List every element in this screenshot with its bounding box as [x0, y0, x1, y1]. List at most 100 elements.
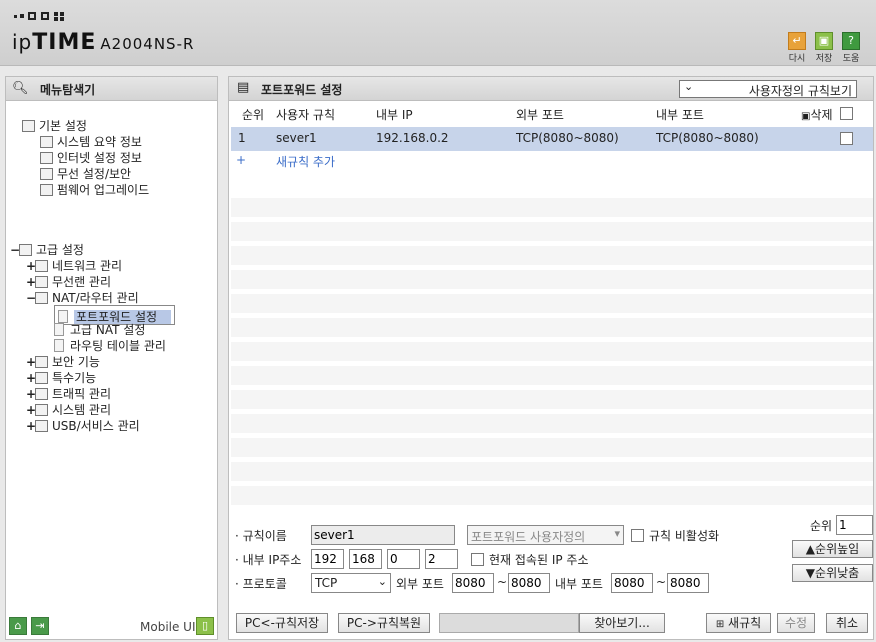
rule-name-label: · 규칙이름	[235, 529, 287, 543]
tree-label: 고급 NAT 설정	[70, 323, 146, 337]
internal-port-from[interactable]	[611, 573, 653, 593]
tree-security[interactable]: + 보안 기능	[26, 353, 100, 370]
tilde-label: ~	[656, 575, 667, 589]
table-row[interactable]: 1 sever1 192.168.0.2 TCP(8080~8080) TCP(…	[231, 127, 873, 151]
folder-icon	[19, 244, 32, 256]
tree-label: 특수기능	[52, 371, 97, 385]
pc-save-button[interactable]: PC<-규칙저장	[236, 613, 328, 633]
restore-file-path	[439, 613, 579, 633]
menu-explorer-footer: ⌂ ⇥ Mobile UI ▯	[6, 613, 217, 639]
tree-usb-service[interactable]: + USB/서비스 관리	[26, 417, 140, 434]
order-up-button[interactable]: ▲순위높임	[792, 540, 873, 558]
expand-icon: +	[26, 355, 37, 369]
model-name: A2004NS-R	[100, 35, 195, 53]
expand-icon: +	[26, 275, 37, 289]
ip-octet-1[interactable]	[311, 549, 344, 569]
internal-port-label: 내부 포트	[555, 577, 603, 591]
tree-label: NAT/라우터 관리	[52, 291, 139, 305]
col-internal-ip: 내부 IP	[376, 108, 413, 122]
order-down-button[interactable]: ▼순위낮춤	[792, 564, 873, 582]
wifi-icon	[35, 276, 48, 288]
page-icon	[54, 323, 64, 336]
chart-icon	[35, 404, 48, 416]
col-rule: 사용자 규칙	[276, 108, 336, 122]
plus-icon: +	[236, 153, 247, 167]
tree-basic-label: 기본 설정	[39, 119, 87, 133]
rule-name-input[interactable]	[311, 525, 455, 545]
table-header: 순위 사용자 규칙 내부 IP 외부 포트 내부 포트 ▣삭제	[229, 102, 873, 126]
tree-system[interactable]: + 시스템 관리	[26, 401, 111, 418]
collapse-icon: −	[26, 291, 37, 305]
tree-advanced-settings[interactable]: − 고급 설정	[10, 241, 84, 258]
tree-special[interactable]: + 특수기능	[26, 369, 96, 386]
tree-label: 무선 설정/보안	[57, 167, 132, 181]
preset-select-value: 포트포워드 사용자정의	[471, 530, 586, 544]
panel-header: ▤ 포트포워드 설정 ⌄ 사용자정의 규칙보기	[229, 77, 873, 101]
row-delete-checkbox[interactable]	[840, 132, 853, 145]
ip-octet-4[interactable]	[425, 549, 458, 569]
save-button[interactable]: ▣ 저장	[813, 32, 835, 64]
tree-label: 네트워크 관리	[52, 259, 123, 273]
order-input[interactable]	[836, 515, 873, 535]
external-port-from[interactable]	[452, 573, 494, 593]
add-rule-link[interactable]: 새규칙 추가	[276, 153, 335, 170]
tree-item-system-summary[interactable]: 시스템 요약 정보	[40, 133, 142, 150]
undo-label: 다시	[788, 54, 806, 64]
tree-basic-settings[interactable]: 기본 설정	[22, 117, 87, 134]
tree-item-internet-info[interactable]: 인터넷 설정 정보	[40, 149, 142, 166]
disable-rule-checkbox[interactable]	[631, 529, 644, 542]
home-icon[interactable]: ⌂	[9, 617, 27, 635]
page-title: 포트포워드 설정	[261, 83, 343, 97]
undo-icon: ↵	[788, 32, 806, 50]
tree-label: 고급 설정	[36, 243, 84, 257]
help-icon: ?	[842, 32, 860, 50]
help-button[interactable]: ? 도움	[840, 32, 862, 64]
col-order: 순위	[242, 108, 265, 122]
tree-item-routing-table[interactable]: 라우팅 테이블 관리	[54, 337, 166, 354]
external-port-label: 외부 포트	[396, 577, 444, 591]
use-current-ip-checkbox[interactable]	[471, 553, 484, 566]
wifi-icon	[40, 168, 53, 180]
logo-ip: ip	[12, 30, 33, 54]
disable-rule-label: 규칙 비활성화	[649, 529, 720, 543]
mobile-icon[interactable]: ▯	[196, 617, 214, 635]
menu-explorer-header: 🔍︎ 메뉴탐색기	[6, 77, 217, 101]
preset-select[interactable]: 포트포워드 사용자정의 ▾	[467, 525, 624, 545]
modify-button[interactable]: 수정	[777, 613, 815, 633]
chevron-down-icon: ▾	[614, 527, 620, 540]
tree-label: 라우팅 테이블 관리	[70, 339, 166, 353]
tree-item-firmware[interactable]: 펌웨어 업그레이드	[40, 181, 149, 198]
tree-item-advanced-nat[interactable]: 고급 NAT 설정	[54, 321, 145, 338]
col-delete: ▣삭제	[801, 108, 833, 122]
ip-octet-2[interactable]	[349, 549, 382, 569]
tree-network[interactable]: + 네트워크 관리	[26, 257, 122, 274]
header: ipTIME A2004NS-R ↵ 다시 ▣ 저장 ? 도움	[0, 0, 876, 66]
pc-restore-button[interactable]: PC->규칙복원	[338, 613, 430, 633]
logout-icon[interactable]: ⇥	[31, 617, 49, 635]
tree-item-wireless-security[interactable]: 무선 설정/보안	[40, 165, 131, 182]
tree-label: 인터넷 설정 정보	[57, 151, 142, 165]
undo-button[interactable]: ↵ 다시	[786, 32, 808, 64]
internal-port-to[interactable]	[667, 573, 709, 593]
ip-octet-3[interactable]	[387, 549, 420, 569]
tree-label: 시스템 관리	[52, 403, 112, 417]
expand-icon: +	[26, 387, 37, 401]
cancel-button[interactable]: 취소	[826, 613, 868, 633]
tree-nat-router[interactable]: − NAT/라우터 관리	[26, 289, 139, 306]
special-icon	[35, 372, 48, 384]
protocol-select[interactable]: TCP ⌄	[311, 573, 391, 593]
view-mode-select[interactable]: ⌄ 사용자정의 규칙보기	[679, 80, 857, 98]
browse-button[interactable]: 찾아보기...	[579, 613, 665, 633]
tree-traffic[interactable]: + 트래픽 관리	[26, 385, 111, 402]
tree-wireless[interactable]: + 무선랜 관리	[26, 273, 111, 290]
collapse-icon: −	[10, 243, 21, 257]
add-rule-row[interactable]: + 새규칙 추가	[231, 151, 873, 171]
chevron-down-icon: ⌄	[684, 80, 694, 93]
select-all-checkbox[interactable]	[840, 107, 853, 120]
mobile-ui-label[interactable]: Mobile UI	[140, 620, 196, 634]
use-current-ip-label: 현재 접속된 IP 주소	[489, 553, 589, 567]
external-port-to[interactable]	[508, 573, 550, 593]
help-label: 도움	[842, 54, 860, 64]
new-rule-button[interactable]: ⊞ 새규칙	[706, 613, 771, 633]
expand-icon: +	[26, 371, 37, 385]
